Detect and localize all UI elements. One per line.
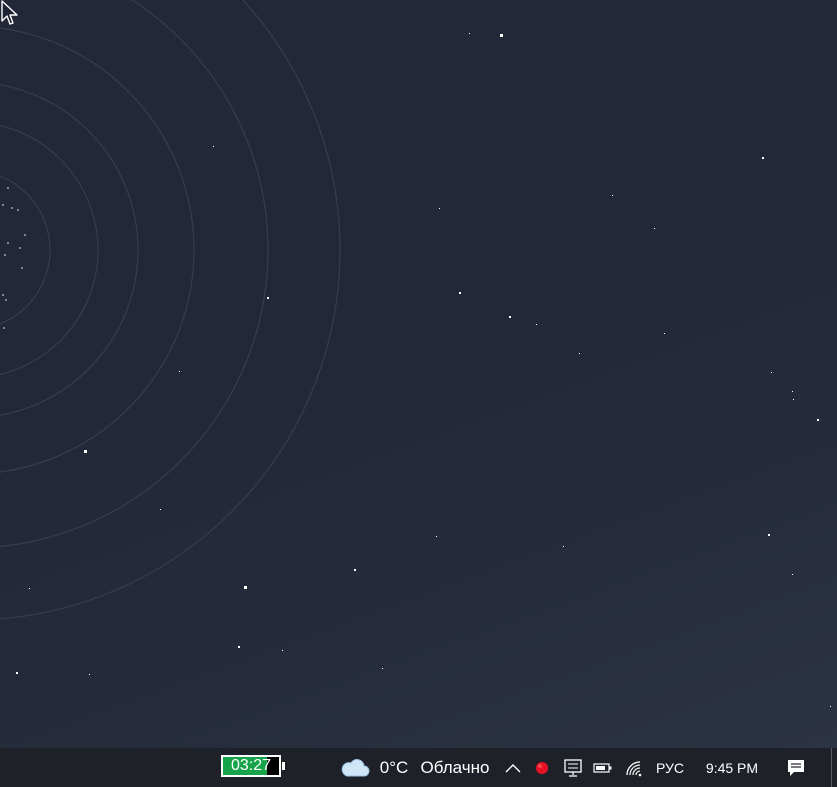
chevron-up-icon[interactable] bbox=[502, 748, 524, 787]
desktop-wallpaper bbox=[0, 0, 837, 748]
display-icon[interactable] bbox=[561, 748, 585, 787]
weather-cloud-icon[interactable] bbox=[338, 748, 372, 787]
record-icon[interactable] bbox=[532, 748, 552, 787]
battery-time-label: 03:27 bbox=[230, 757, 272, 774]
wifi-icon[interactable] bbox=[622, 748, 646, 787]
battery-icon[interactable] bbox=[592, 748, 614, 787]
wallpaper-graphic bbox=[0, 0, 831, 707]
weather-condition[interactable]: Облачно bbox=[416, 748, 494, 787]
language-indicator[interactable]: РУС bbox=[652, 748, 688, 787]
action-center-icon[interactable] bbox=[782, 748, 810, 787]
taskbar: 03:27 0°C Облачно РУС 9:45 PM bbox=[0, 748, 837, 787]
taskbar-clock[interactable]: 9:45 PM bbox=[700, 748, 764, 787]
show-desktop-button[interactable] bbox=[831, 748, 832, 787]
battery-terminal bbox=[282, 762, 285, 770]
weather-temperature[interactable]: 0°C bbox=[378, 748, 410, 787]
battery-time-widget[interactable]: 03:27 bbox=[221, 755, 285, 777]
mouse-cursor-icon bbox=[1, 0, 18, 25]
